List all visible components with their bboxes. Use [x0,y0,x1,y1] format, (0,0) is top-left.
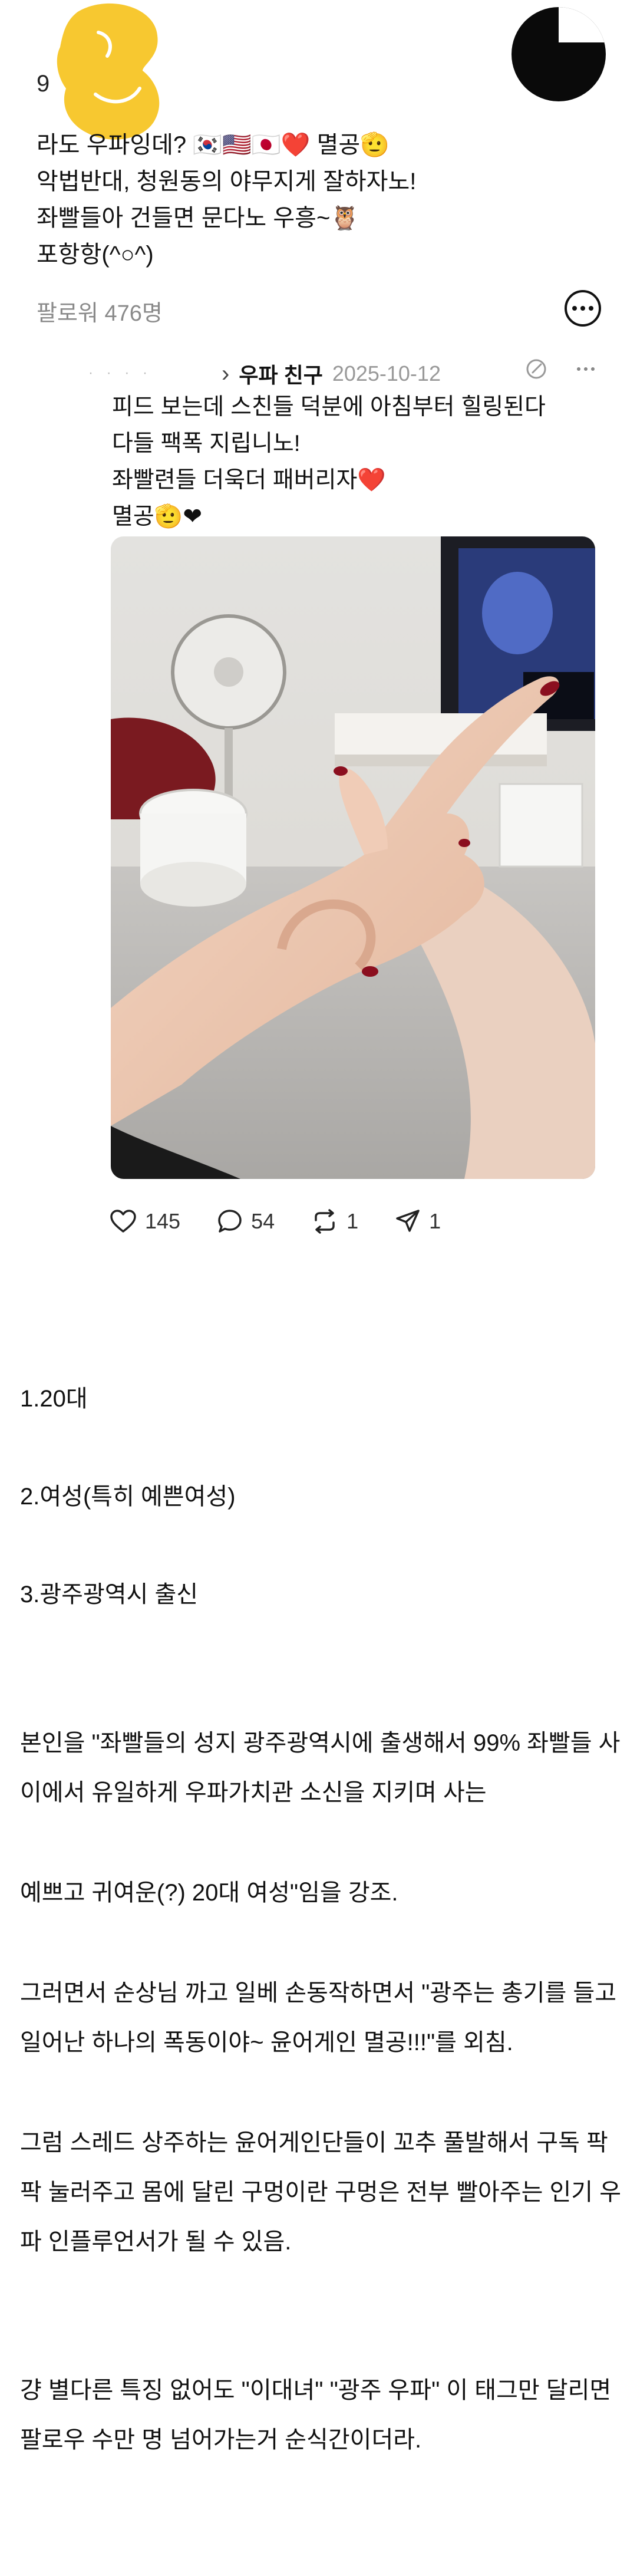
followers-count[interactable]: 팔로워 476명 [37,295,163,327]
article-line: 팔로우 수만 명 넘어가는거 순식간이더라. [20,2427,422,2453]
post-line: 좌빨련들 더욱더 패버리자❤️ [112,467,386,493]
post-photo[interactable] [111,536,595,1179]
like-stat[interactable]: 145 [110,1209,180,1234]
profile-handle-fragment: 9 [37,71,50,97]
article-line: 예쁘고 귀여운(?) 20대 여성"임을 강조. [20,1880,398,1906]
post-stats: 145 54 1 1 [110,1208,477,1234]
post-line: 피드 보는데 스친들 덕분에 아침부터 힐링된다 [112,394,546,420]
repost-count: 1 [346,1209,359,1233]
post-header-actions [524,357,598,381]
bio-line: 라도 우파잉데? 🇰🇷🇺🇸🇯🇵❤️ 멸공🫡 [37,132,390,158]
article-line: 그러면서 순상님 까고 일베 손동작하면서 "광주는 총기를 들고 [20,1980,616,2006]
chevron-right-icon: › [222,360,230,387]
avatar[interactable] [512,7,606,101]
comment-icon [218,1210,242,1233]
hand-gesture-photo [111,536,595,1179]
post-line: 다들 팩폭 지립니노! [112,431,301,456]
bio-line: 악법반대, 청원동의 야무지게 잘하자노! [37,169,417,195]
heart-icon [110,1210,136,1233]
redacted-author-name: · · · · [88,365,152,381]
embedded-post[interactable]: · · · · › 우파 친구 2025-10-12 피드 보는데 스친들 덕분… [0,348,627,1279]
send-icon [396,1210,420,1232]
article-line: 팍 눌러주고 몸에 달린 구멍이란 구멍은 전부 빨아주는 인기 우 [20,2179,622,2205]
share-stat[interactable]: 1 [395,1208,441,1234]
post-header: · · · · › 우파 친구 2025-10-12 [88,358,441,389]
edit-icon[interactable] [524,357,548,381]
list-item: 1.20대 [20,1386,88,1412]
repost-icon [315,1209,335,1234]
post-date: 2025-10-12 [332,361,441,386]
comment-stat[interactable]: 54 [217,1208,275,1234]
like-count: 145 [145,1209,181,1233]
list-item: 2.여성(특히 예쁜여성) [20,1484,236,1510]
share-count: 1 [429,1209,441,1233]
post-author[interactable]: 우파 친구 [239,358,322,389]
redaction-sticker [57,3,160,140]
profile-header: 9 라도 우파잉데? 🇰🇷🇺🇸🇯🇵❤️ 멸공🫡 악법반대, 청원동의 야무지게 … [0,0,627,330]
article-line: 본인을 "좌빨들의 성지 광주광역시에 출생해서 99% 좌빨들 사 [20,1730,621,1756]
bio-line: 좌빨들아 건들면 문다노 우흥~🦉 [37,205,360,231]
repost-stat[interactable]: 1 [311,1208,358,1234]
post-body: 피드 보는데 스친들 덕분에 아침부터 힐링된다 다들 팩폭 지립니노! 좌빨련… [112,389,546,535]
post-line: 멸공🫡❤ [112,504,202,529]
profile-bio: 라도 우파잉데? 🇰🇷🇺🇸🇯🇵❤️ 멸공🫡 악법반대, 청원동의 야무지게 잘하… [37,127,416,273]
article-line: 일어난 하나의 폭동이야~ 윤어게인 멸공!!!"를 외침. [20,2030,513,2055]
article-line: 그럼 스레드 상주하는 윤어게인단들이 꼬추 풀발해서 구독 팍 [20,2130,608,2156]
article-line: 이에서 유일하게 우파가치관 소신을 지키며 사는 [20,1780,487,1806]
article-line: 파 인플루언서가 될 수 있음. [20,2229,292,2255]
list-item: 3.광주광역시 출신 [20,1582,199,1607]
bio-line: 포항항(^○^) [37,242,154,268]
more-dots-icon[interactable] [574,357,598,381]
comment-count: 54 [251,1209,275,1233]
more-options-icon[interactable] [565,290,601,327]
article-line: 걍 별다른 특징 없어도 "이대녀" "광주 우파" 이 태그만 달리면 [20,2377,612,2403]
